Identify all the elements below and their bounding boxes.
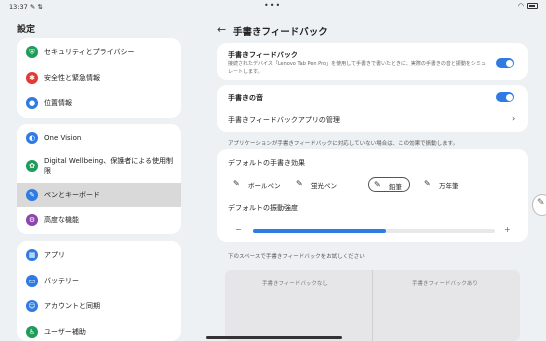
sidebar-item-label: 高度な機能 [44, 216, 79, 224]
feedback-toggle[interactable] [496, 58, 514, 68]
try-area-divider [372, 270, 373, 341]
sidebar-item-label: アカウントと同期 [44, 302, 100, 310]
location-pin-icon: ● [26, 97, 38, 109]
sidebar-item-label: ユーザー補助 [44, 327, 86, 336]
account-icon: ☺ [26, 300, 38, 312]
sidebar-item-battery-settings[interactable]: ▭ バッテリー [17, 269, 181, 293]
sound-title: 手書きの音 [228, 94, 263, 102]
apps-icon: ▦ [26, 249, 38, 261]
effect-option-ballpoint-pen[interactable]: ✎ ボールペン [228, 177, 286, 192]
try-left-label: 手書きフィードバックなし [262, 281, 328, 287]
chevron-right-icon[interactable]: › [512, 114, 515, 123]
home-indicator[interactable] [206, 336, 342, 339]
ballpoint-pen-icon: ✎ [233, 179, 240, 188]
vibration-minus-button[interactable]: − [235, 225, 242, 234]
sidebar-item-apps[interactable]: ▦ アプリ [17, 243, 181, 267]
sidebar-item-wellbeing[interactable]: ✿ Digital Wellbeing、保護者による使用制限 [17, 151, 181, 181]
wellbeing-icon: ✿ [26, 160, 38, 172]
sidebar-item-label: ペンとキーボード [44, 191, 100, 199]
status-bar: 13:37 ✎ ⇅ ••• ◠ [0, 0, 546, 14]
sidebar-item-label: One Vision [44, 134, 82, 142]
vibration-slider-fill [253, 229, 387, 233]
side-pen-button[interactable]: ✎ [532, 194, 546, 216]
effect-option-label: 万年筆 [439, 182, 459, 190]
sound-toggle[interactable] [496, 92, 514, 102]
sidebar-item-label: バッテリー [44, 276, 79, 285]
status-icons: ◠ [518, 2, 538, 10]
sidebar-item-one-vision[interactable]: ◐ One Vision [17, 126, 181, 150]
sidebar-item-pen-keyboard[interactable]: ✎ ペンとキーボード [17, 183, 181, 207]
effect-option-label: ボールペン [248, 182, 281, 190]
sidebar-item-account[interactable]: ☺ アカウントと同期 [17, 294, 181, 318]
vibration-title: デフォルトの振動強度 [228, 204, 298, 212]
feedback-title: 手書きフィードバック [228, 51, 298, 59]
feedback-description: 接続されたデバイス「Lenovo Tab Pen Pro」を使用して手書きで書い… [228, 61, 486, 75]
sidebar-item-label: Digital Wellbeing、保護者による使用制限 [44, 157, 173, 175]
effect-option-pencil[interactable]: ✎ 鉛筆 [368, 177, 410, 192]
advanced-features-icon: ⚙ [26, 214, 38, 226]
battery-icon [527, 3, 538, 9]
battery-settings-icon: ▭ [26, 274, 38, 287]
accessibility-icon: ♿ [26, 325, 38, 338]
highlighter-icon: ✎ [296, 179, 303, 188]
pen-keyboard-icon: ✎ [26, 189, 38, 201]
one-vision-icon: ◐ [26, 132, 38, 144]
vibration-plus-button[interactable]: + [504, 225, 511, 234]
effect-title: デフォルトの手書き効果 [228, 159, 305, 167]
status-time: 13:37 ✎ ⇅ [9, 3, 43, 11]
page-title: 手書きフィードバック [233, 27, 328, 38]
sidebar-item-accessibility[interactable]: ♿ ユーザー補助 [17, 320, 181, 341]
effect-option-label: 鉛筆 [389, 183, 402, 191]
settings-title: 設定 [17, 25, 36, 35]
status-more-dots: ••• [264, 1, 282, 10]
vibration-note: アプリケーションが手書きフィードバックに対応していない場合は、この効果で振動しま… [228, 141, 459, 147]
sidebar-item-location-pin[interactable]: ● 位置情報 [17, 91, 181, 115]
sidebar-item-label: セキュリティとプライバシー [44, 48, 135, 56]
app-manage-link[interactable]: 手書きフィードバックアプリの管理 [228, 115, 340, 125]
try-right-label: 手書きフィードバックあり [412, 281, 478, 287]
effect-option-fountain-pen[interactable]: ✎ 万年筆 [419, 177, 469, 192]
shield-icon: ⛨ [26, 46, 38, 58]
effect-option-label: 蛍光ペン [311, 182, 337, 190]
sidebar-item-shield[interactable]: ⛨ セキュリティとプライバシー [17, 40, 181, 64]
try-prompt: 下のスペースで手書きフィードバックをお試しください [228, 254, 365, 260]
sidebar-item-asterisk[interactable]: ✱ 安全性と緊急情報 [17, 66, 181, 90]
effect-option-highlighter[interactable]: ✎ 蛍光ペン [291, 177, 353, 192]
wifi-icon: ◠ [517, 2, 524, 10]
pencil-icon: ✎ [374, 180, 381, 189]
sidebar-item-label: 安全性と緊急情報 [44, 73, 100, 82]
sidebar-item-label: アプリ [44, 251, 65, 259]
pen-edge-icon: ✎ [537, 198, 545, 208]
fountain-pen-icon: ✎ [424, 179, 431, 188]
sidebar-item-advanced-features[interactable]: ⚙ 高度な機能 [17, 208, 181, 232]
sidebar-item-label: 位置情報 [44, 99, 72, 107]
asterisk-icon: ✱ [26, 71, 38, 84]
back-arrow-icon[interactable]: ← [217, 23, 226, 36]
